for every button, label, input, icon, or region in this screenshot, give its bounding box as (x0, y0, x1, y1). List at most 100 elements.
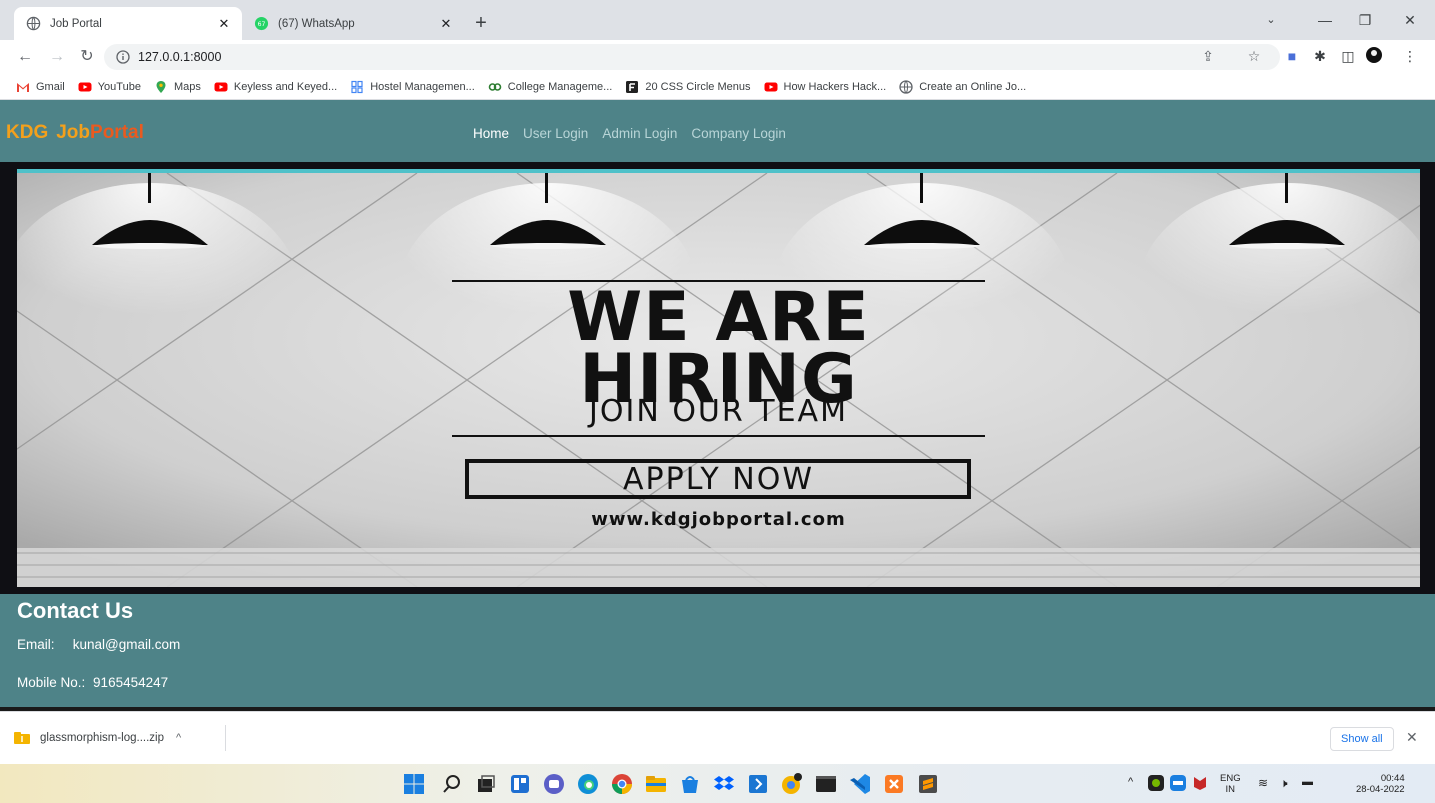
web-page: KDG JobPortal Home User Login Admin Login… (0, 100, 1435, 710)
site-header: KDG JobPortal Home User Login Admin Login… (0, 100, 1435, 162)
system-clock[interactable]: 00:44 28-04-2022 (1356, 773, 1405, 795)
tab-title: Job Portal (50, 17, 102, 30)
hero-frame: WE ARE HIRING JOIN OUR TEAM APPLY NOW ww… (0, 162, 1435, 594)
document-icon (351, 80, 363, 93)
wifi-icon[interactable]: ≋ (1258, 776, 1268, 790)
language-indicator[interactable]: ENG IN (1220, 773, 1241, 795)
app-blue-icon[interactable] (746, 772, 770, 796)
show-hidden-icons-icon[interactable]: ^ (1128, 776, 1133, 788)
teams-chat-icon[interactable] (542, 772, 566, 796)
bookmark-hackers[interactable]: How Hackers Hack... (764, 80, 886, 94)
clock-time: 00:44 (1380, 773, 1405, 784)
f-icon (626, 80, 639, 93)
edge-icon[interactable] (576, 772, 600, 796)
menu-kebab-icon[interactable]: ⋮ (1400, 46, 1420, 66)
language-code: ENG (1220, 773, 1241, 784)
close-window-button[interactable]: ✕ (1395, 8, 1425, 32)
brand-portal: Portal (90, 122, 144, 143)
xampp-icon[interactable] (882, 772, 906, 796)
nav-home[interactable]: Home (473, 126, 509, 141)
side-panel-icon[interactable]: ◫ (1338, 46, 1358, 66)
youtube-icon (764, 82, 777, 91)
bookmark-label: 20 CSS Circle Menus (645, 80, 751, 93)
mobile-label: Mobile No.: (17, 675, 86, 690)
back-button[interactable]: ← (14, 46, 36, 68)
hero-banner: WE ARE HIRING JOIN OUR TEAM APPLY NOW ww… (17, 173, 1420, 587)
widgets-icon[interactable] (508, 772, 532, 796)
extensions-puzzle-icon[interactable]: ✱ (1310, 46, 1330, 66)
tab-search-icon[interactable]: ⌄ (1256, 8, 1286, 32)
zip-folder-icon (14, 732, 30, 744)
chevron-up-icon[interactable]: ^ (176, 732, 181, 744)
task-view-icon[interactable] (474, 772, 498, 796)
site-logo[interactable]: KDG JobPortal (6, 122, 144, 144)
contact-title: Contact Us (17, 598, 134, 623)
dropbox-icon[interactable] (712, 772, 736, 796)
main-nav: Home User Login Admin Login Company Logi… (473, 126, 800, 141)
maximize-button[interactable]: ❐ (1350, 8, 1380, 32)
contact-section: Contact Us Email: kunal@gmail.com Mobile… (0, 594, 1435, 710)
tab-job-portal[interactable]: Job Portal ✕ (14, 7, 242, 40)
hero-website: www.kdgjobportal.com (591, 509, 846, 530)
sublime-icon[interactable] (916, 772, 940, 796)
minimize-button[interactable]: — (1310, 8, 1340, 32)
file-explorer-icon[interactable] (644, 772, 668, 796)
terminal-icon[interactable] (814, 772, 838, 796)
bookmark-gmail[interactable]: Gmail (16, 80, 65, 94)
mcafee-icon[interactable] (1192, 775, 1208, 791)
vscode-icon[interactable] (848, 772, 872, 796)
mobile-value: 9165454247 (93, 675, 169, 690)
apply-now-text: APPLY NOW (622, 462, 814, 497)
new-tab-button[interactable]: + (470, 13, 492, 35)
nav-admin-login[interactable]: Admin Login (602, 126, 677, 141)
show-all-button[interactable]: Show all (1330, 727, 1394, 751)
bookmark-label: College Manageme... (507, 80, 613, 93)
region-code: IN (1225, 784, 1236, 795)
reload-button[interactable]: ↻ (76, 46, 98, 68)
hero-subheadline: JOIN OUR TEAM (589, 394, 848, 429)
share-icon[interactable]: ⇪ (1198, 46, 1218, 66)
bookmark-hostel[interactable]: Hostel Managemen... (350, 80, 475, 94)
bookmark-keyless[interactable]: Keyless and Keyed... (214, 80, 337, 94)
profile-avatar-icon[interactable] (1364, 46, 1384, 66)
download-item[interactable]: glassmorphism-log....zip ^ (14, 725, 226, 751)
bookmark-college[interactable]: College Manageme... (488, 80, 613, 94)
address-bar[interactable]: 127.0.0.1:8000 (104, 44, 1280, 70)
info-icon[interactable] (116, 50, 130, 64)
battery-icon[interactable]: ▬ (1302, 776, 1313, 788)
svg-text:67: 67 (258, 21, 266, 28)
clock-date: 28-04-2022 (1356, 784, 1405, 795)
nav-user-login[interactable]: User Login (523, 126, 588, 141)
globe-icon (899, 79, 913, 94)
bookmark-label: Hostel Managemen... (370, 80, 475, 93)
windows-taskbar: ^ ENG IN ≋ 🕨 ▬ 00:44 28-04-2022 (0, 764, 1435, 803)
store-icon[interactable] (678, 772, 702, 796)
youtube-icon (78, 82, 92, 91)
bookmark-maps[interactable]: Maps (154, 80, 201, 94)
close-icon[interactable]: ✕ (1406, 729, 1418, 746)
nvidia-icon[interactable] (1148, 775, 1164, 791)
chrome-dev-icon[interactable] (780, 772, 804, 796)
close-icon[interactable]: ✕ (216, 16, 232, 32)
gmail-icon (17, 82, 29, 92)
bookmark-star-icon[interactable]: ☆ (1244, 46, 1264, 66)
bookmark-css-circle[interactable]: 20 CSS Circle Menus (625, 80, 751, 94)
forward-button[interactable]: → (46, 46, 68, 68)
windows-start-icon[interactable] (402, 772, 426, 796)
brand-job: Job (56, 122, 91, 143)
volume-icon[interactable]: 🕨 (1280, 776, 1288, 791)
tab-whatsapp[interactable]: 67 (67) WhatsApp ✕ (242, 7, 464, 40)
extension-translate-icon[interactable]: ■ (1282, 46, 1302, 66)
youtube-icon (214, 82, 228, 91)
chrome-icon[interactable] (610, 772, 634, 796)
bookmark-youtube[interactable]: YouTube (78, 80, 141, 94)
bookmarks-bar: Gmail YouTube Maps Keyless and Keyed... … (0, 74, 1435, 100)
whatsapp-icon: 67 (254, 16, 269, 31)
contact-mobile-row: Mobile No.: 9165454247 (17, 675, 168, 690)
nav-company-login[interactable]: Company Login (691, 126, 786, 141)
bookmark-create-online[interactable]: Create an Online Jo... (899, 79, 1026, 94)
search-icon[interactable] (440, 772, 464, 796)
email-label: Email: (17, 637, 55, 652)
close-icon[interactable]: ✕ (438, 16, 454, 32)
tray-app-icon[interactable] (1170, 775, 1186, 791)
